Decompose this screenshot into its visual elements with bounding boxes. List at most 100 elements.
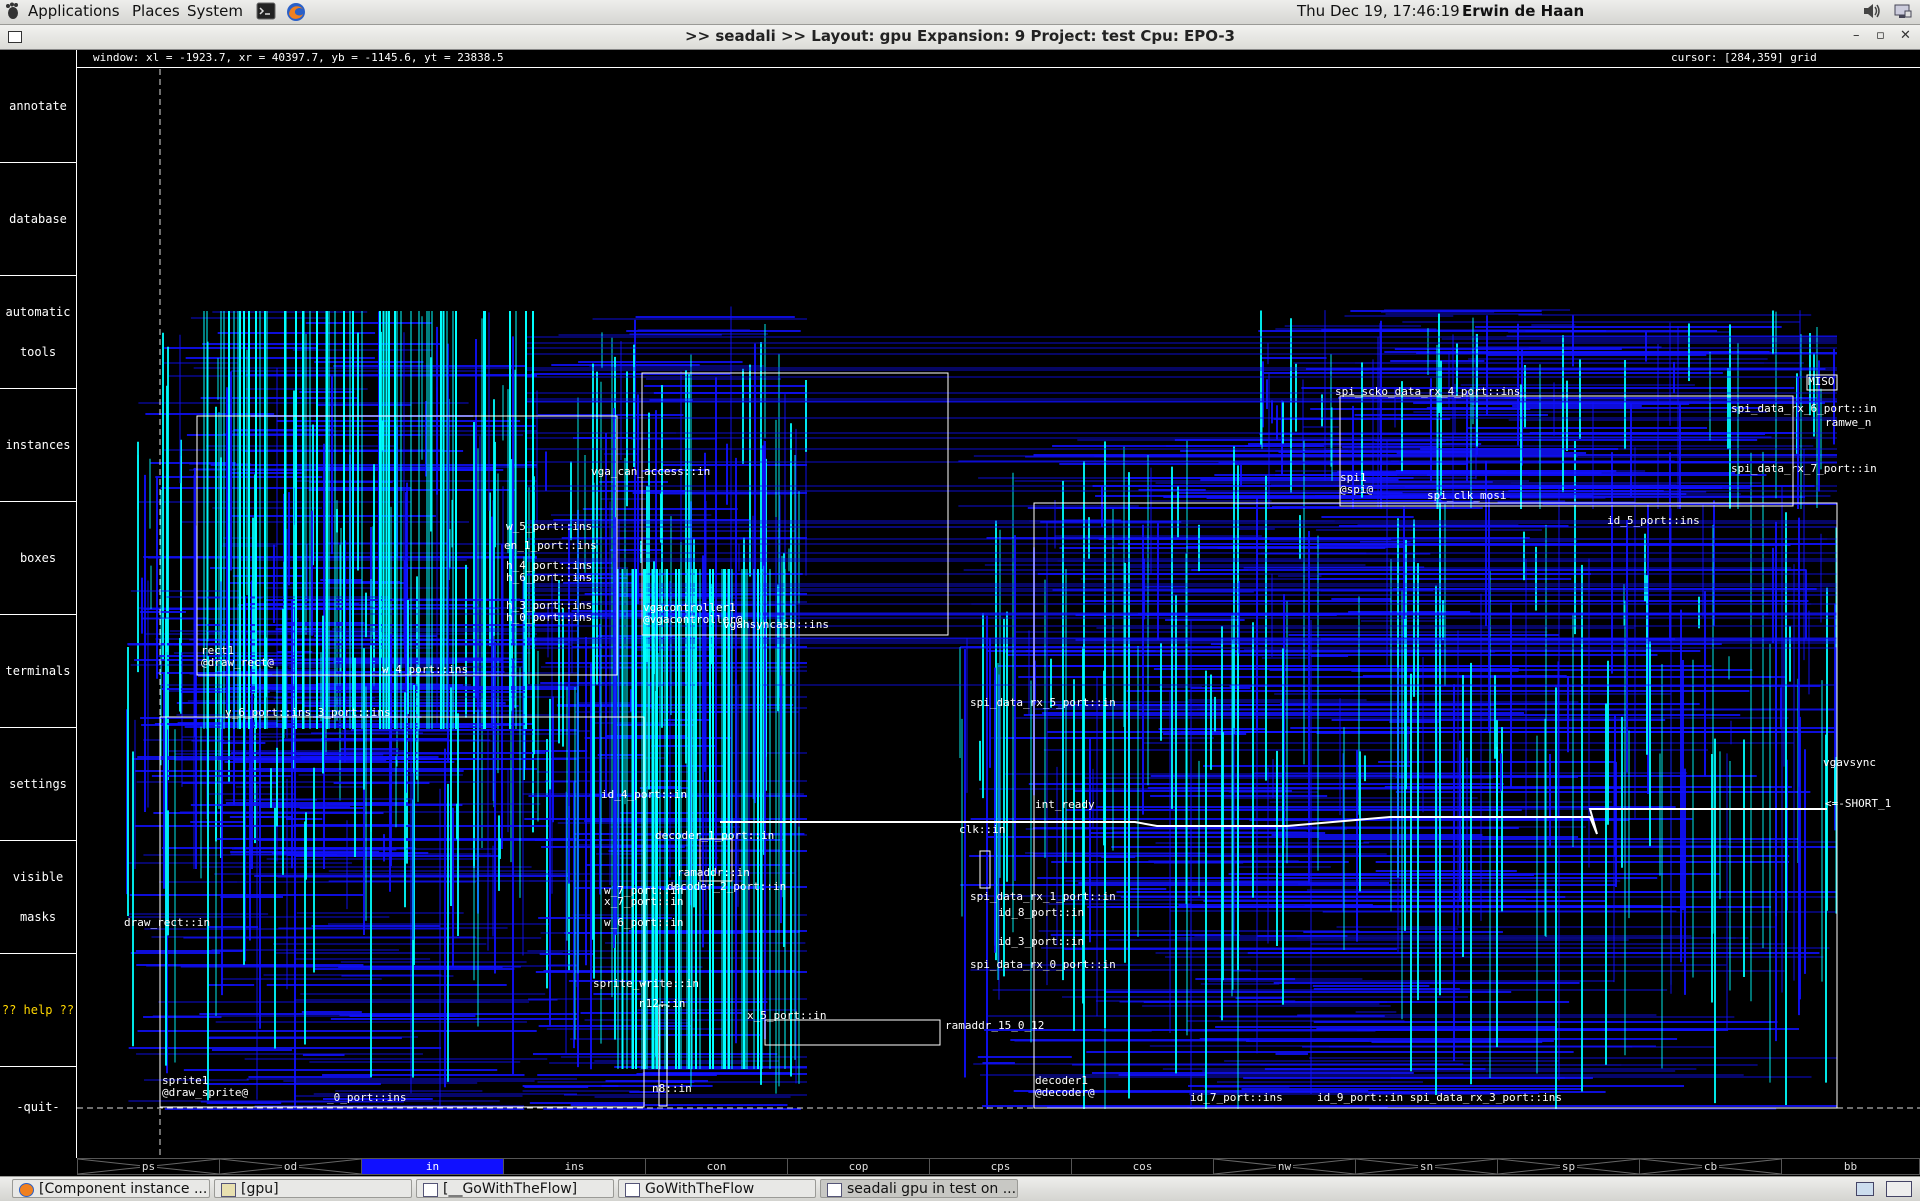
menu-automatic-tools[interactable]: automatic tools [0,276,76,389]
places-menu[interactable]: Places [132,2,180,20]
maximize-button[interactable]: ▫ [1876,28,1885,43]
task-gpu-folder[interactable]: [gpu] [214,1179,412,1198]
label-ramaddr: ramaddr_15_0_12 [945,1019,1045,1032]
menu-annotate[interactable]: annotate [0,50,76,163]
menu-terminals-label: terminals [5,664,71,678]
menu-annotate-label: annotate [9,99,67,113]
label-draw-sprite-cell: @draw_sprite@ [162,1086,249,1099]
layer-bb[interactable]: bb [1781,1158,1920,1175]
layer-ins-label: ins [562,1160,587,1173]
layer-sn[interactable]: sn [1355,1158,1498,1175]
label-w6-port: w_6_port::in [604,916,684,929]
firefox-icon[interactable] [286,2,306,22]
cell-vgacontroller[interactable] [641,372,949,636]
menu-database[interactable]: database [0,163,76,276]
system-menu[interactable]: System [187,2,243,20]
label-vgahsyncasb: vgahsyncasb::ins [723,618,829,631]
cell-small-2[interactable] [764,1019,941,1046]
layer-ins[interactable]: ins [503,1158,646,1175]
menu-masks-label: masks [19,910,57,924]
network-icon[interactable] [1893,2,1913,22]
user-name[interactable]: Erwin de Haan [1462,2,1584,20]
menu-terminals[interactable]: terminals [0,615,76,728]
cell-spi[interactable] [1339,395,1794,507]
label-id4-port: id_4_port::in [601,788,688,801]
workspace-switcher-icon[interactable] [1886,1181,1912,1197]
layer-cos[interactable]: cos [1071,1158,1214,1175]
layer-cb-label: cb [1701,1160,1720,1173]
layer-con[interactable]: con [645,1158,788,1175]
terminal-icon[interactable] [256,2,276,22]
task-label: GoWithTheFlow [645,1181,755,1197]
task-label: [__GoWithTheFlow] [443,1181,578,1197]
menu-boxes-label: boxes [19,551,57,565]
layer-sp[interactable]: sp [1497,1158,1640,1175]
menu-tools-label: tools [19,345,57,359]
label-id3-port: id_3_port::in [998,935,1085,948]
menu-help-label: ?? help ?? [1,1003,75,1017]
layer-nw[interactable]: nw [1213,1158,1356,1175]
label-clk: clk::in [959,823,1006,836]
layer-con-label: con [704,1160,729,1173]
label-en1-port: en_1_port::ins [504,539,597,552]
layout-canvas[interactable]: vga_can_access::in w_5_port::ins en_1_po… [77,69,1920,1159]
applications-menu[interactable]: Applications [28,2,120,20]
close-button[interactable]: ✕ [1900,28,1911,43]
cell-small-3[interactable] [979,850,991,889]
label-x5-port: x_5_port::in [747,1009,827,1022]
task-seadali[interactable]: seadali gpu in test on ... [820,1179,1018,1198]
menu-automatic-label: automatic [5,305,71,319]
menu-boxes[interactable]: boxes [0,502,76,615]
label-x7-port: x_7_port::in [604,895,684,908]
menu-settings[interactable]: settings [0,728,76,841]
label-id8-port: id_8_port::in [998,906,1085,919]
label-n12: n12::in [639,997,686,1010]
label-decoder1-port: decoder_1_port::in [655,829,775,842]
clock[interactable]: Thu Dec 19, 17:46:19 [1297,2,1460,20]
layer-cos-label: cos [1130,1160,1155,1173]
layer-ps-label: ps [139,1160,158,1173]
task-component-instance[interactable]: [Component instance ... [12,1179,210,1198]
label-spi-scko: spi_scko_data_rx_4_port::ins [1335,385,1521,398]
cell-decoder[interactable] [1033,502,1838,1109]
volume-icon[interactable] [1862,2,1882,22]
task-gowiththeflow-bracket[interactable]: [__GoWithTheFlow] [416,1179,614,1198]
label-sprite-write: sprite_write::in [593,977,699,990]
menu-quit-label: -quit- [16,1100,60,1114]
menu-instances[interactable]: instances [0,389,76,502]
layer-in-label: in [425,1160,440,1173]
layer-in[interactable]: in [361,1158,504,1175]
layer-cop[interactable]: cop [787,1158,930,1175]
menu-visible-masks[interactable]: visible masks [0,841,76,954]
task-gowiththeflow[interactable]: GoWithTheFlow [618,1179,816,1198]
cell-draw-sprite[interactable] [159,716,645,1108]
label-id7-port: id_7_port::ins [1190,1091,1283,1104]
label-miso: MISO [1808,375,1835,388]
layer-od[interactable]: od [219,1158,362,1175]
window-titlebar[interactable]: >> seadali >> Layout: gpu Expansion: 9 P… [0,25,1920,50]
top-panel: Applications Places System Thu Dec 19, 1… [0,0,1920,25]
layer-od-label: od [281,1160,300,1173]
label-w5-port: w_5_port::ins [506,520,593,533]
task-label: [Component instance ... [39,1181,208,1197]
show-desktop-icon[interactable] [1856,1182,1874,1196]
menu-quit[interactable]: -quit- [0,1067,76,1147]
window-icon [625,1183,640,1197]
info-separator [77,67,1920,68]
layer-nw-label: nw [1275,1160,1294,1173]
layer-bb-label: bb [1841,1160,1860,1173]
label-draw-rect-in: draw_rect::in [124,916,211,929]
gnome-foot-icon[interactable] [4,2,24,22]
taskbar: [Component instance ... [gpu] [__GoWithT… [0,1176,1920,1201]
label-spi-data-rx5: spi_data_rx_5_port::in [970,696,1116,709]
label-decoder-cell: @decoder@ [1035,1086,1095,1099]
minimize-button[interactable]: – [1853,28,1860,43]
label-spi-clk-mosi: spi_clk_mosi [1427,489,1507,502]
label-ramwe-n: ramwe_n [1825,416,1872,429]
layer-cps[interactable]: cps [929,1158,1072,1175]
label-vgavsync: vgavsync [1823,756,1876,769]
layer-cb[interactable]: cb [1639,1158,1782,1175]
menu-help[interactable]: ?? help ?? [0,954,76,1067]
task-label: [gpu] [241,1181,279,1197]
layer-ps[interactable]: ps [77,1158,220,1175]
